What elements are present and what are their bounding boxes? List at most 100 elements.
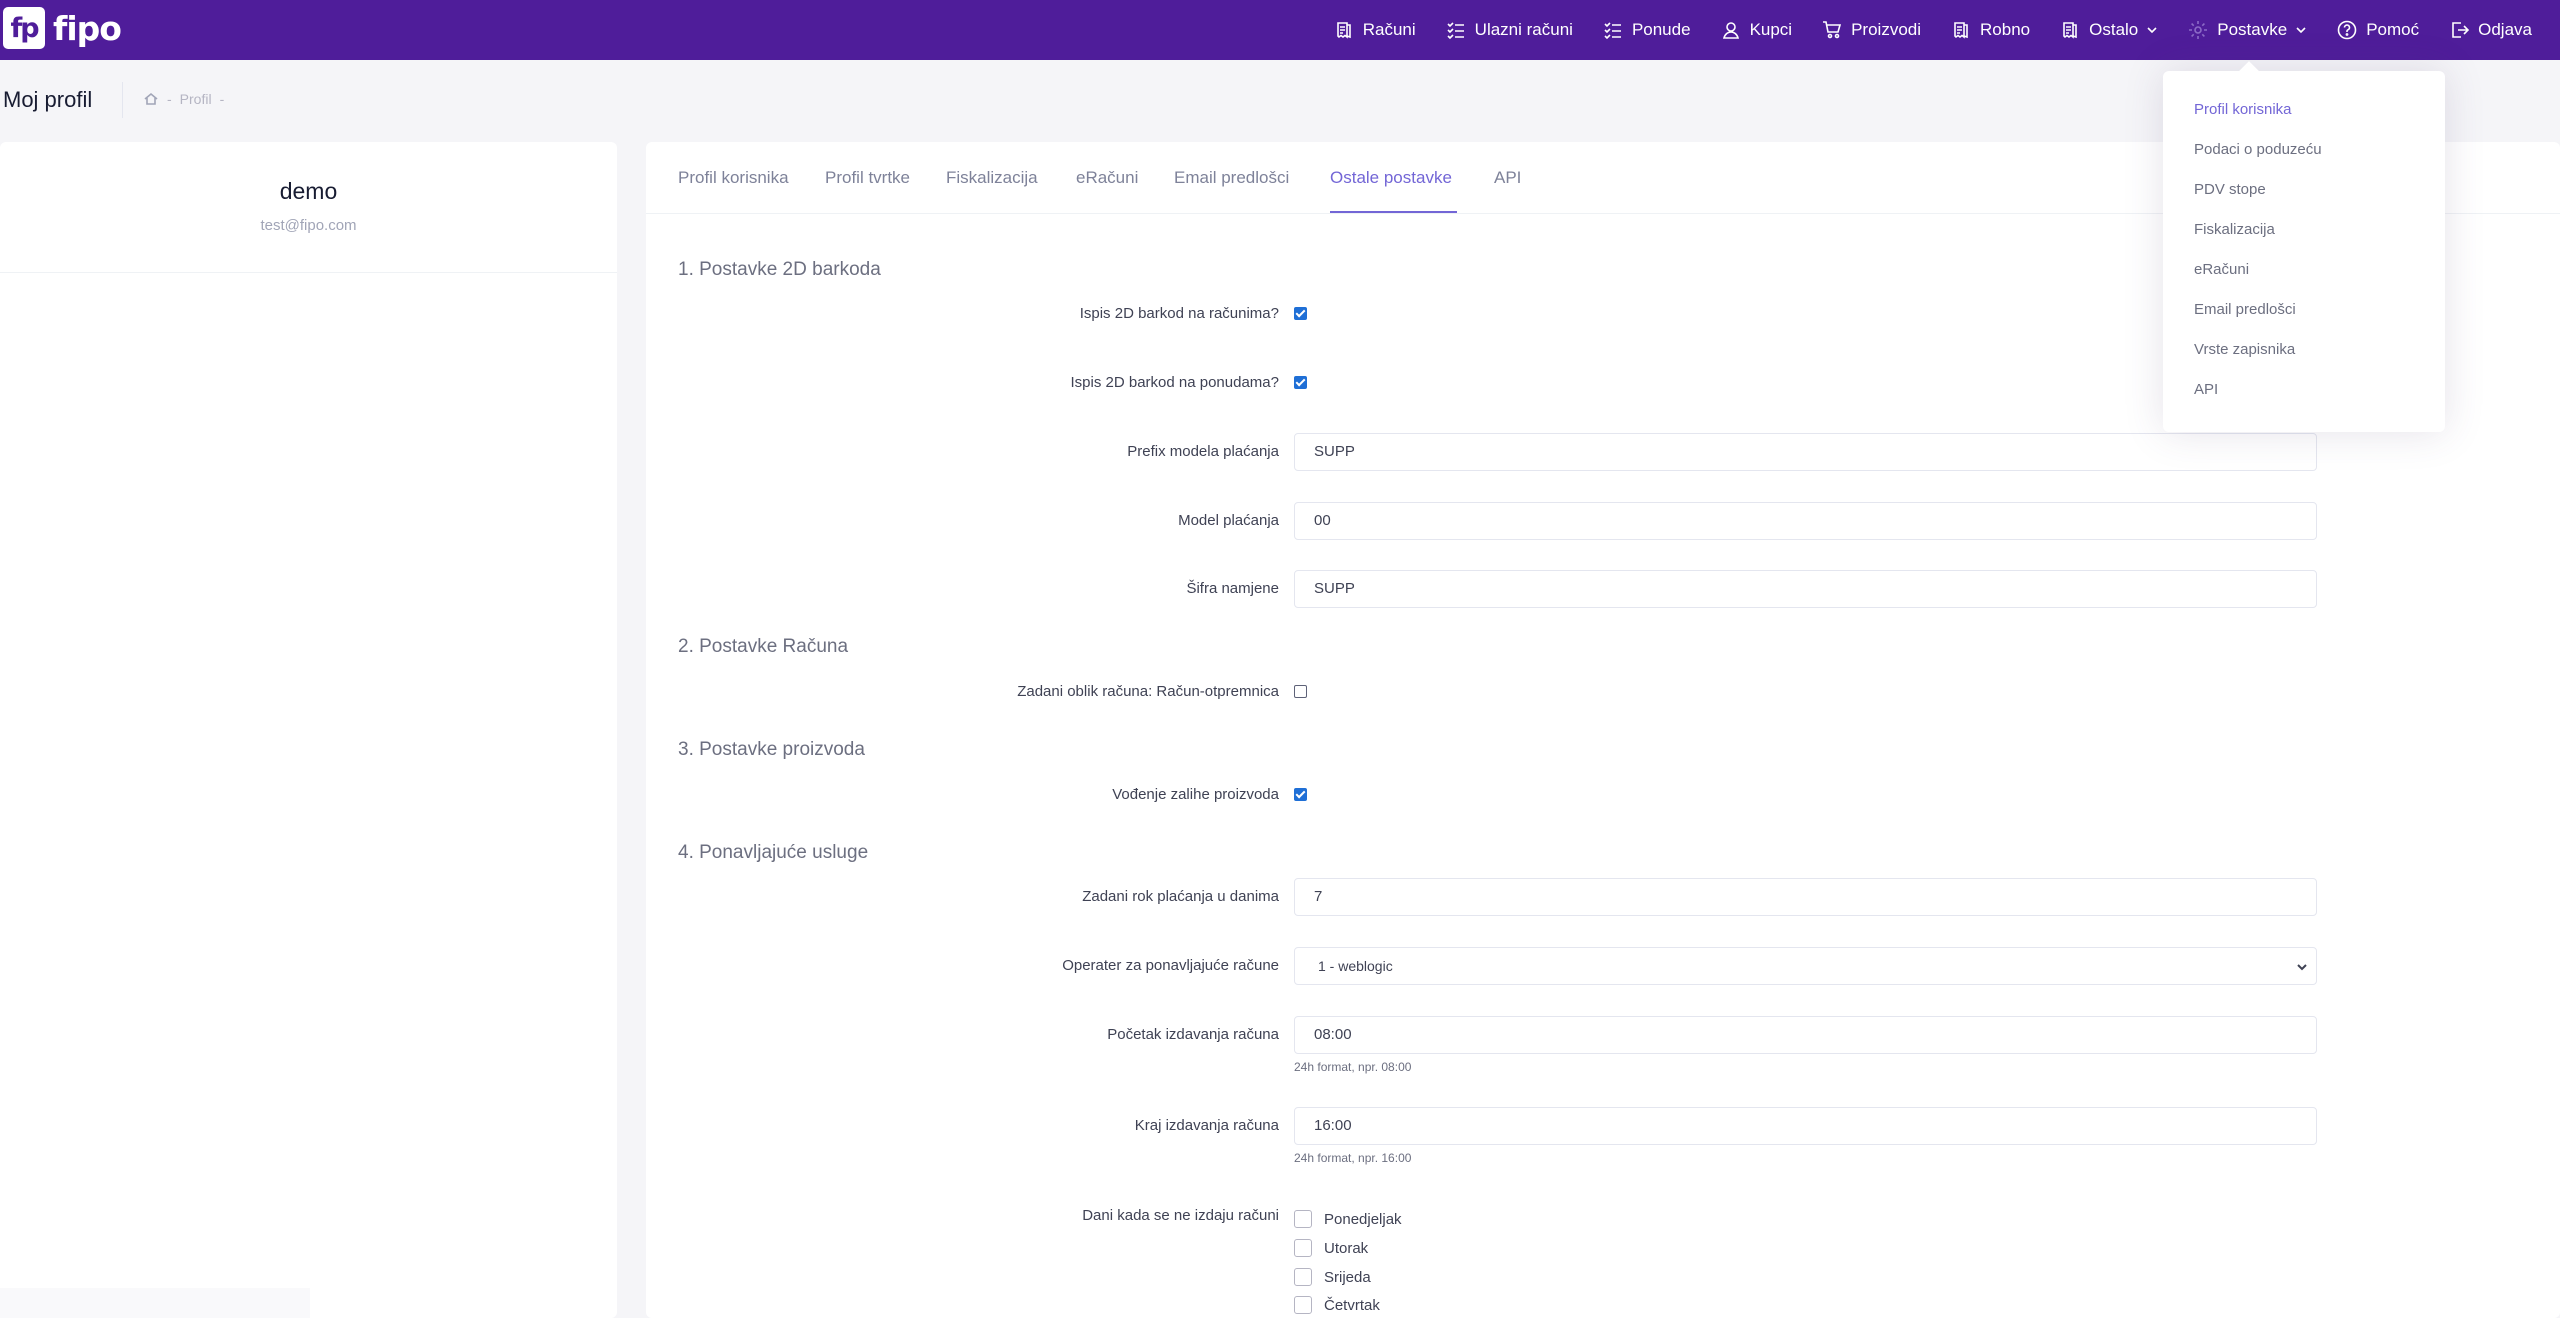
section-title: 2. Postavke Računa — [678, 636, 849, 657]
cart-icon — [1823, 21, 1842, 39]
field-label: Prefix modela plaćanja — [1127, 443, 1279, 460]
nav-label: Proizvodi — [1851, 20, 1922, 39]
nav-ulazni-racuni[interactable]: Ulazni računi — [1446, 0, 1573, 60]
tab-profil-tvrtke[interactable]: Profil tvrtke — [825, 168, 910, 188]
tab-email-predlosci[interactable]: Email predlošci — [1174, 168, 1289, 188]
nav-robno[interactable]: Robno — [1951, 0, 2030, 60]
nav-label: Ponude — [1631, 20, 1691, 39]
breadcrumb-sep: - — [167, 91, 172, 107]
day-label: Ponedjeljak — [1324, 1210, 1402, 1228]
home-icon[interactable] — [143, 91, 159, 107]
receipt-icon — [2063, 22, 2077, 39]
field-hint: 24h format, npr. 16:00 — [1294, 1151, 1412, 1165]
nav-kupci[interactable]: Kupci — [1721, 0, 1793, 60]
field-label: Operater za ponavljajuće račune — [1062, 957, 1279, 974]
settings-dropdown-menu: Profil korisnika Podaci o poduzeću PDV s… — [2163, 71, 2445, 432]
field-label: Ispis 2D barkod na računima? — [1079, 305, 1279, 322]
payment-due-days-input[interactable]: 7 — [1294, 878, 2317, 916]
user-icon — [1722, 22, 1739, 39]
menu-item-podaci-o-poduzecu[interactable]: Podaci o poduzeću — [2194, 141, 2322, 158]
field-label: Dani kada se ne izdaju računi — [1082, 1207, 1279, 1224]
menu-item-api[interactable]: API — [2194, 381, 2218, 398]
breadcrumb-profil[interactable]: Profil — [180, 91, 212, 107]
header-divider — [122, 82, 123, 118]
menu-item-fiskalizacija[interactable]: Fiskalizacija — [2194, 221, 2275, 238]
menu-item-pdv-stope[interactable]: PDV stope — [2194, 181, 2266, 198]
recurring-operator-select[interactable]: 1 - weblogic — [1294, 947, 2317, 985]
tab-api[interactable]: API — [1494, 168, 1521, 188]
barcode-invoices-checkbox[interactable] — [1294, 307, 1307, 320]
section-title: 3. Postavke proizvoda — [678, 739, 865, 760]
chevron-down-icon — [2296, 27, 2306, 34]
section-title: 1. Postavke 2D barkoda — [678, 259, 881, 280]
profile-card: demo test@fipo.com — [0, 142, 617, 1318]
user-name: demo — [279, 178, 338, 204]
card-footer — [0, 1288, 310, 1318]
field-label: Kraj izdavanja računa — [1134, 1117, 1279, 1134]
nav-odjava[interactable]: Odjava — [2449, 0, 2532, 60]
tab-fiskalizacija[interactable]: Fiskalizacija — [946, 168, 1038, 188]
field-label: Početak izdavanja računa — [1107, 1026, 1279, 1043]
nav-label: Postavke — [2217, 20, 2288, 39]
nav-racuni[interactable]: Računi — [1334, 0, 1416, 60]
day-checkbox[interactable] — [1294, 1210, 1312, 1228]
app-logo[interactable]: fp fipo — [3, 7, 122, 49]
nav-label: Robno — [1980, 20, 2031, 39]
day-checkbox[interactable] — [1294, 1239, 1312, 1257]
top-navbar: fp fipo Računi Ulazni računi Ponude Kupc… — [0, 0, 2560, 60]
nav-postavke[interactable]: Postavke — [2188, 0, 2307, 60]
barcode-offers-checkbox[interactable] — [1294, 376, 1307, 389]
day-option[interactable]: Srijeda — [1294, 1268, 1371, 1286]
nav-proizvodi[interactable]: Proizvodi — [1822, 0, 1921, 60]
issue-start-input[interactable]: 08:00 — [1294, 1016, 2317, 1054]
chevron-down-icon — [2297, 964, 2307, 971]
menu-item-email-predlosci[interactable]: Email predlošci — [2194, 301, 2296, 318]
chevron-down-icon — [2147, 27, 2157, 34]
logo-text: fipo — [53, 8, 122, 48]
track-stock-checkbox[interactable] — [1294, 788, 1307, 801]
day-checkbox[interactable] — [1294, 1296, 1312, 1314]
user-email: test@fipo.com — [260, 217, 357, 234]
field-label: Zadani rok plaćanja u danima — [1082, 888, 1279, 905]
select-value: 1 - weblogic — [1318, 958, 1393, 974]
payment-model-prefix-input[interactable]: SUPP — [1294, 433, 2317, 471]
nav-ponude[interactable]: Ponude — [1603, 0, 1691, 60]
gear-icon — [2189, 21, 2208, 39]
field-label: Zadani oblik računa: Račun-otpremnica — [1017, 683, 1279, 700]
day-option[interactable]: Utorak — [1294, 1239, 1368, 1257]
logo-mark: fp — [3, 7, 45, 49]
divider — [0, 272, 617, 273]
purpose-code-input[interactable]: SUPP — [1294, 570, 2317, 608]
section-title: 4. Ponavljajuće usluge — [678, 842, 869, 863]
tab-ostale-postavke[interactable]: Ostale postavke — [1330, 168, 1452, 188]
day-label: Četvrtak — [1324, 1296, 1380, 1314]
issue-end-input[interactable]: 16:00 — [1294, 1107, 2317, 1145]
page-title: Moj profil — [3, 87, 93, 112]
nav-label: Računi — [1362, 20, 1416, 39]
payment-model-input[interactable]: 00 — [1294, 502, 2317, 540]
menu-item-eracuni[interactable]: eRačuni — [2194, 261, 2249, 278]
checklist-icon — [1604, 22, 1621, 40]
default-invoice-form-checkbox[interactable] — [1294, 685, 1307, 698]
tab-eracuni[interactable]: eRačuni — [1076, 168, 1138, 188]
day-option[interactable]: Četvrtak — [1294, 1296, 1380, 1314]
nav-ostalo[interactable]: Ostalo — [2060, 0, 2158, 60]
tab-profil-korisnika[interactable]: Profil korisnika — [678, 168, 789, 188]
nav-label: Pomoć — [2366, 20, 2420, 39]
nav-label: Ulazni računi — [1474, 20, 1573, 39]
field-label: Ispis 2D barkod na ponudama? — [1070, 374, 1279, 391]
nav-label: Ostalo — [2089, 20, 2139, 39]
field-hint: 24h format, npr. 08:00 — [1294, 1060, 1412, 1074]
receipt-icon — [1954, 22, 1968, 39]
day-option[interactable]: Ponedjeljak — [1294, 1210, 1402, 1228]
checklist-icon — [1447, 22, 1464, 40]
nav-pomoc[interactable]: Pomoć — [2337, 0, 2419, 60]
menu-item-profil-korisnika[interactable]: Profil korisnika — [2194, 101, 2292, 118]
field-label: Šifra namjene — [1186, 580, 1279, 597]
nav-label: Kupci — [1749, 20, 1793, 39]
day-checkbox[interactable] — [1294, 1268, 1312, 1286]
menu-item-vrste-zapisnika[interactable]: Vrste zapisnika — [2194, 341, 2295, 358]
receipt-icon — [1336, 22, 1351, 39]
day-label: Utorak — [1324, 1239, 1369, 1257]
logout-icon — [2452, 22, 2470, 38]
